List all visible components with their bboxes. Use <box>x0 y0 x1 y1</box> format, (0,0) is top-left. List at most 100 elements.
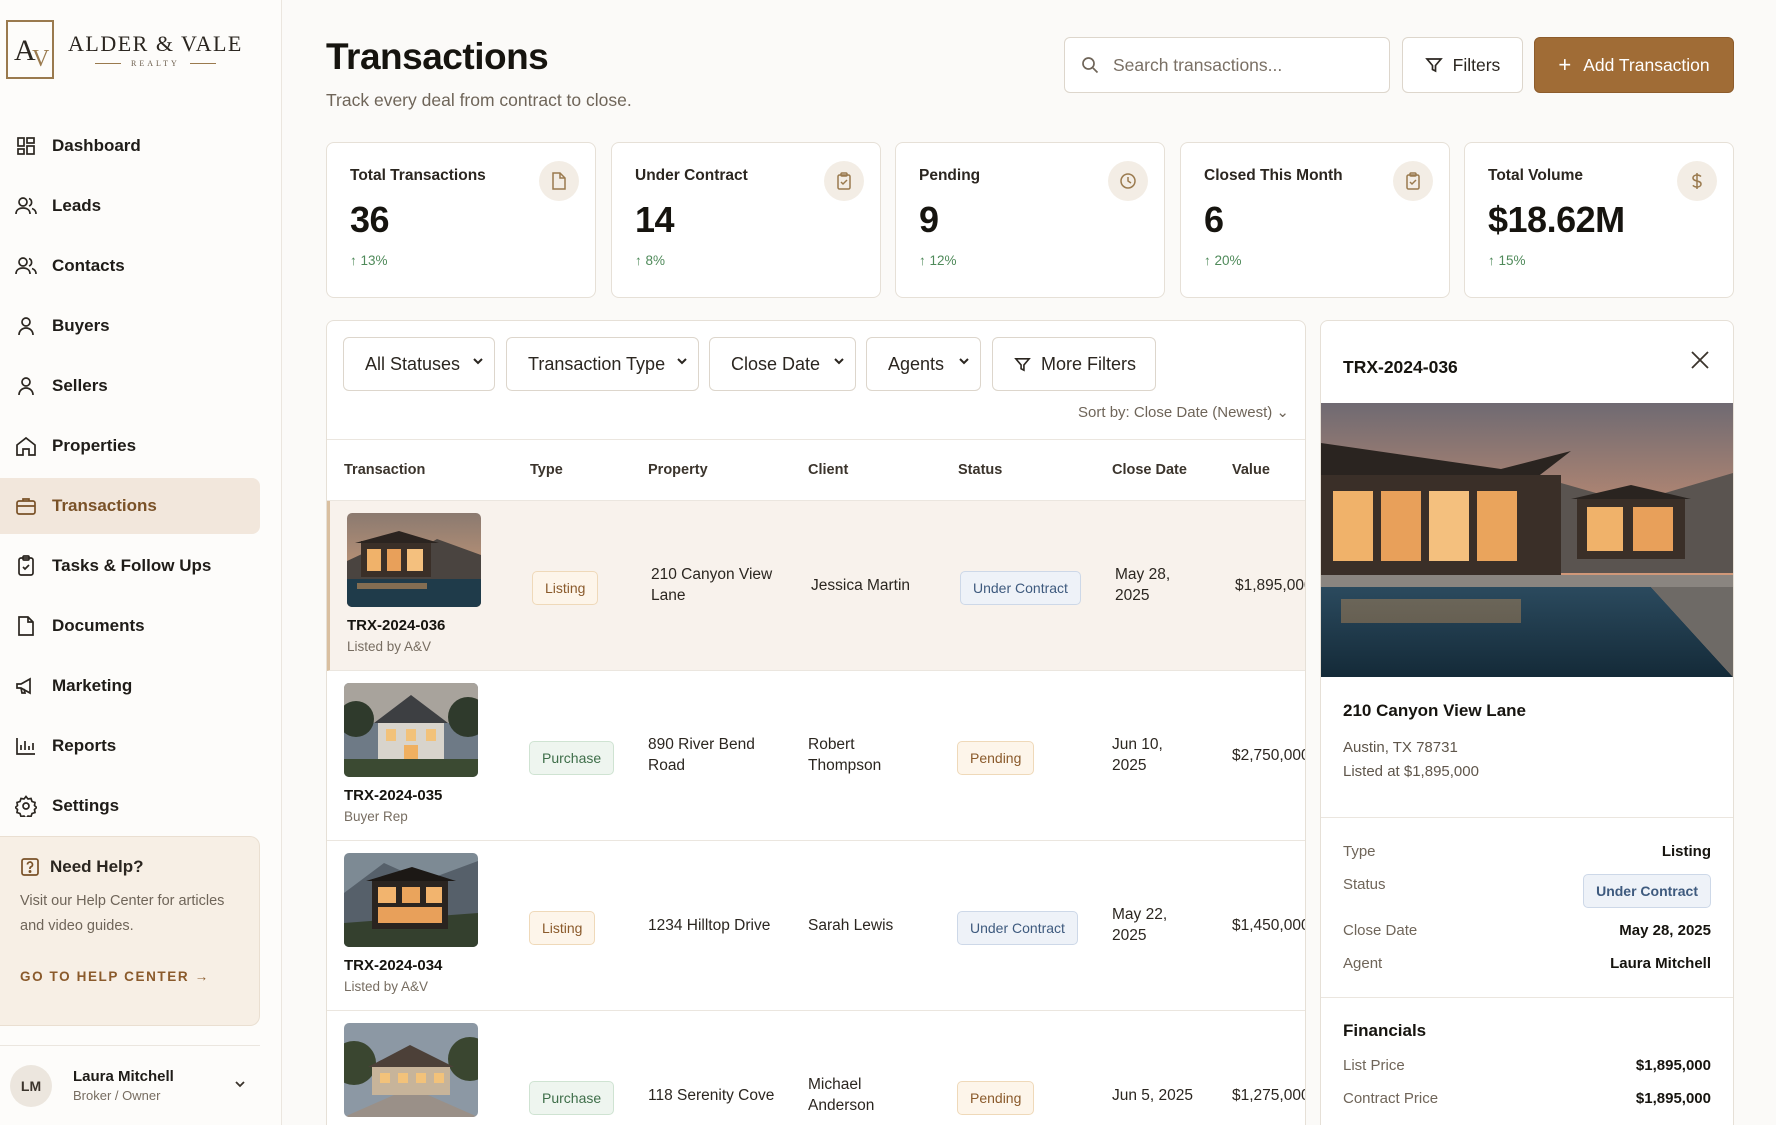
filter-icon <box>1014 356 1031 373</box>
sidebar-item-leads[interactable]: Leads <box>0 178 260 234</box>
home-icon <box>14 434 38 458</box>
brand-logo[interactable]: A V ALDER & VALE REALTY <box>6 20 243 79</box>
divider <box>1321 997 1733 998</box>
sidebar-item-label: Tasks & Follow Ups <box>52 556 212 575</box>
close-date-filter-select[interactable]: Close Date <box>709 337 856 391</box>
help-body: Visit our Help Center for articles and v… <box>20 893 225 934</box>
more-filters-label: More Filters <box>1041 353 1137 374</box>
help-icon <box>20 857 40 877</box>
filters-button[interactable]: Filters <box>1402 37 1523 93</box>
sidebar-item-dashboard[interactable]: Dashboard <box>0 118 260 174</box>
sidebar-item-transactions[interactable]: Transactions <box>0 478 260 534</box>
search-input[interactable] <box>1113 54 1363 76</box>
sidebar-item-tasks[interactable]: Tasks & Follow Ups <box>0 538 260 594</box>
sidebar-item-marketing[interactable]: Marketing <box>0 658 260 714</box>
filter-icon <box>1424 56 1443 74</box>
help-center-link[interactable]: GO TO HELP CENTER → <box>20 969 239 984</box>
column-header[interactable]: Value <box>1232 462 1270 478</box>
detail-type-value: Listing <box>1661 843 1711 860</box>
table-row[interactable]: TRX-2024-034 Listed by A&V Listing 1234 … <box>327 841 1306 1011</box>
value-cell: $1,450,000 <box>1232 917 1306 934</box>
sidebar-item-label: Properties <box>52 436 137 455</box>
property-cell: 210 Canyon View Lane <box>651 566 773 604</box>
table-row[interactable]: TRX-2024-036 Listed by A&V Listing 210 C… <box>327 501 1306 671</box>
brand-sub: REALTY <box>131 59 180 68</box>
status-badge: Pending <box>957 741 1035 775</box>
stat-trend: ↑ 13% <box>350 253 388 268</box>
column-header[interactable]: Transaction <box>344 462 425 478</box>
more-filters-button[interactable]: More Filters <box>992 337 1156 391</box>
sidebar-item-settings[interactable]: Settings <box>0 778 260 834</box>
search-box[interactable] <box>1064 37 1390 93</box>
status-badge: Pending <box>957 1081 1035 1115</box>
detail-type-label: Type <box>1343 843 1376 860</box>
property-thumbnail <box>344 683 478 777</box>
megaphone-icon <box>14 674 38 698</box>
avatar: LM <box>10 1064 52 1107</box>
contacts-icon <box>14 254 38 278</box>
sidebar-item-reports[interactable]: Reports <box>0 718 260 774</box>
transaction-detail-panel: TRX-2024-036 210 Canyon View Lane Austin… <box>1320 320 1734 1125</box>
close-date-filter-value: Close Date <box>731 353 821 374</box>
property-cell: 1234 Hilltop Drive <box>648 917 771 934</box>
sidebar-item-label: Settings <box>52 796 120 815</box>
contract-price-label: Contract Price <box>1343 1090 1439 1107</box>
transaction-id[interactable]: TRX-2024-035 <box>344 787 442 804</box>
column-header[interactable]: Status <box>958 462 1002 478</box>
chevron-down-icon <box>833 355 845 367</box>
user-menu[interactable]: LM Laura Mitchell Broker / Owner <box>0 1045 260 1125</box>
table-row[interactable]: TRX-2024-035 Buyer Rep Purchase 890 Rive… <box>327 671 1305 841</box>
detail-close-value: May 28, 2025 <box>1619 922 1711 939</box>
dashboard-icon <box>14 134 38 158</box>
column-header[interactable]: Close Date <box>1112 462 1187 478</box>
close-date-cell: May 28, 2025 <box>1115 566 1171 604</box>
status-filter-select[interactable]: All Statuses <box>343 337 495 391</box>
column-header[interactable]: Property <box>648 462 708 478</box>
list-price-label: List Price <box>1343 1057 1405 1074</box>
value-cell: $1,895,000 <box>1235 577 1306 594</box>
close-date-cell: May 22, 2025 <box>1112 906 1168 944</box>
table-row[interactable]: Purchase 118 Serenity Cove Michael Ander… <box>327 1011 1306 1125</box>
column-header[interactable]: Client <box>808 462 848 478</box>
client-cell: Jessica Martin <box>811 577 911 594</box>
transaction-id[interactable]: TRX-2024-036 <box>347 617 445 634</box>
type-filter-select[interactable]: Transaction Type <box>506 337 699 391</box>
property-cell: 118 Serenity Cove <box>648 1087 775 1104</box>
transaction-id[interactable]: TRX-2024-034 <box>344 957 442 974</box>
person-icon <box>14 314 38 338</box>
detail-listed-price: Listed at $1,895,000 <box>1343 763 1479 780</box>
financials-title: Financials <box>1343 1021 1427 1040</box>
stat-card-closed-month: Closed This Month 6 ↑ 20% <box>1180 142 1450 298</box>
stat-value: 14 <box>635 199 675 240</box>
chevron-down-icon[interactable] <box>234 1078 246 1090</box>
document-icon <box>14 614 38 638</box>
stat-value: 36 <box>350 199 390 240</box>
sidebar: A V ALDER & VALE REALTY Dashboard Leads … <box>0 0 282 1125</box>
chevron-down-icon <box>676 355 688 367</box>
sidebar-item-buyers[interactable]: Buyers <box>0 298 260 354</box>
list-price-value: $1,895,000 <box>1635 1057 1711 1074</box>
close-icon[interactable] <box>1689 349 1711 371</box>
agents-filter-select[interactable]: Agents <box>866 337 981 391</box>
transactions-table-panel: All Statuses Transaction Type Close Date… <box>326 320 1306 1125</box>
add-transaction-label: Add Transaction <box>1583 54 1710 75</box>
transaction-sub: Listed by A&V <box>347 639 432 654</box>
detail-agent-value: Laura Mitchell <box>1610 955 1711 972</box>
sidebar-item-properties[interactable]: Properties <box>0 418 260 474</box>
column-header[interactable]: Type <box>530 462 563 478</box>
agents-filter-value: Agents <box>888 353 945 374</box>
add-transaction-button[interactable]: + Add Transaction <box>1534 37 1734 93</box>
dollar-icon <box>1677 161 1717 201</box>
sidebar-item-sellers[interactable]: Sellers <box>0 358 260 414</box>
clock-icon <box>1108 161 1148 201</box>
stat-card-total: Total Transactions 36 ↑ 13% <box>326 142 596 298</box>
sort-by-control[interactable]: Sort by: Close Date (Newest) ⌄ <box>1078 403 1289 421</box>
sidebar-item-contacts[interactable]: Contacts <box>0 238 260 294</box>
stat-trend: ↑ 12% <box>919 253 957 268</box>
sidebar-item-label: Documents <box>52 616 145 635</box>
property-photo <box>1321 403 1733 677</box>
value-cell: $1,275,000 <box>1232 1087 1306 1104</box>
bar-chart-icon <box>14 734 38 758</box>
sidebar-item-documents[interactable]: Documents <box>0 598 260 654</box>
help-card: Need Help? Visit our Help Center for art… <box>0 836 260 1026</box>
